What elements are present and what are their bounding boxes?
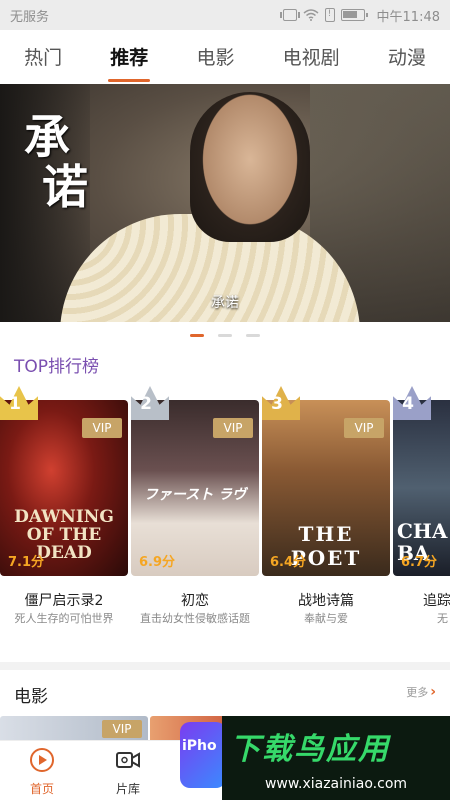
movie-section-title: 电影: [14, 687, 48, 707]
rank-number: 2: [140, 394, 152, 414]
card-title: 僵尸启示录2: [24, 593, 104, 609]
nav-home-label: 首页: [29, 782, 54, 796]
nav-home[interactable]: 首页: [12, 747, 72, 797]
clock: 中午11:48: [376, 9, 440, 25]
score-label: 6.4分: [270, 555, 307, 570]
rank-crown-icon: 4: [393, 386, 431, 420]
tab-recommended[interactable]: 推荐: [104, 37, 154, 82]
ranking-card-1[interactable]: DAWNING OF THE DEAD VIP 7.1分 1 僵尸启示录2 死人…: [0, 386, 128, 636]
vibrate-icon: [279, 9, 300, 21]
featured-banner[interactable]: 承 诺 承诺: [0, 84, 450, 322]
iphone-ad-badge[interactable]: iPho: [180, 722, 226, 788]
poster-image: DAWNING OF THE DEAD VIP 7.1分: [0, 400, 128, 576]
score-label: 6.7分: [401, 555, 438, 570]
rank-crown-icon: 2: [131, 386, 169, 420]
battery-icon: [340, 9, 368, 21]
category-tabs: 热门 推荐 电影 电视剧 动漫: [0, 30, 450, 82]
poster-title-art: ファースト ラヴ: [143, 487, 247, 503]
rank-crown-icon: 1: [0, 386, 38, 420]
nav-library-label: 片库: [115, 782, 140, 796]
rank-number: 1: [9, 394, 21, 414]
chevron-right-icon: ›: [430, 684, 436, 700]
section-divider: [0, 662, 450, 670]
card-subtitle: 奉献与爱: [304, 612, 348, 625]
watermark-overlay: 下载鸟应用 www.xiazainiao.com: [222, 716, 450, 800]
top-ranking-title: TOP排行榜: [14, 357, 100, 377]
more-link[interactable]: 更多 ›: [406, 684, 436, 700]
watermark-title: 下载鸟应用: [230, 732, 390, 767]
pagination-dot-1[interactable]: [190, 334, 204, 337]
more-label: 更多: [406, 686, 429, 699]
vip-badge: VIP: [82, 418, 122, 438]
home-play-icon: [30, 748, 54, 772]
banner-pagination: [0, 334, 450, 340]
calligraphy-char-2: 诺: [42, 160, 92, 214]
banner-figure-head: [190, 92, 310, 242]
status-icons: ! 中午11:48: [279, 6, 440, 25]
card-title: 战地诗篇: [298, 593, 354, 609]
card-subtitle: 死人生存的可怕世界: [14, 612, 114, 625]
tab-tv-series[interactable]: 电视剧: [277, 37, 346, 76]
status-bar: 无服务 ! 中午11:48: [0, 0, 450, 30]
poster-image: ファースト ラヴ VIP 6.9分: [131, 400, 259, 576]
banner-caption: 承诺: [211, 295, 239, 311]
rank-number: 4: [402, 394, 414, 414]
rank-number: 3: [271, 394, 283, 414]
vip-badge: VIP: [344, 418, 384, 438]
video-camera-icon: [116, 752, 140, 768]
sim-error-icon: !: [324, 8, 335, 22]
card-title: 初恋: [181, 593, 209, 609]
watermark-url: www.xiazainiao.com: [264, 776, 408, 792]
card-title: 追踪: [423, 593, 450, 609]
vip-badge: VIP: [102, 720, 142, 738]
nav-library[interactable]: 片库: [98, 747, 158, 797]
pagination-dot-2[interactable]: [218, 334, 232, 337]
card-subtitle: 无: [437, 612, 448, 625]
calligraphy-char-1: 承: [24, 110, 74, 164]
pagination-dot-3[interactable]: [246, 334, 260, 337]
wifi-icon: [303, 9, 319, 21]
card-subtitle: 直击幼女性侵敏感话题: [140, 612, 250, 625]
banner-calligraphy-title: 承 诺: [24, 112, 104, 212]
carrier-label: 无服务: [10, 9, 50, 25]
tab-movies[interactable]: 电影: [190, 37, 240, 76]
ranking-card-2[interactable]: ファースト ラヴ VIP 6.9分 2 初恋 直击幼女性侵敏感话题: [131, 386, 259, 636]
ad-text: iPho: [182, 738, 217, 754]
score-label: 7.1分: [8, 555, 45, 570]
poster-image: THE POET VIP 6.4分: [262, 400, 390, 576]
ranking-card-4[interactable]: CHA RO BA 6.7分 4 追踪 无: [393, 386, 450, 636]
rank-crown-icon: 3: [262, 386, 300, 420]
ranking-card-3[interactable]: THE POET VIP 6.4分 3 战地诗篇 奉献与爱: [262, 386, 390, 636]
tab-hot[interactable]: 热门: [18, 37, 68, 76]
tab-anime[interactable]: 动漫: [382, 37, 432, 76]
poster-image: CHA RO BA 6.7分: [393, 400, 450, 576]
score-label: 6.9分: [139, 555, 176, 570]
vip-badge: VIP: [213, 418, 253, 438]
ranking-list: DAWNING OF THE DEAD VIP 7.1分 1 僵尸启示录2 死人…: [0, 386, 450, 636]
